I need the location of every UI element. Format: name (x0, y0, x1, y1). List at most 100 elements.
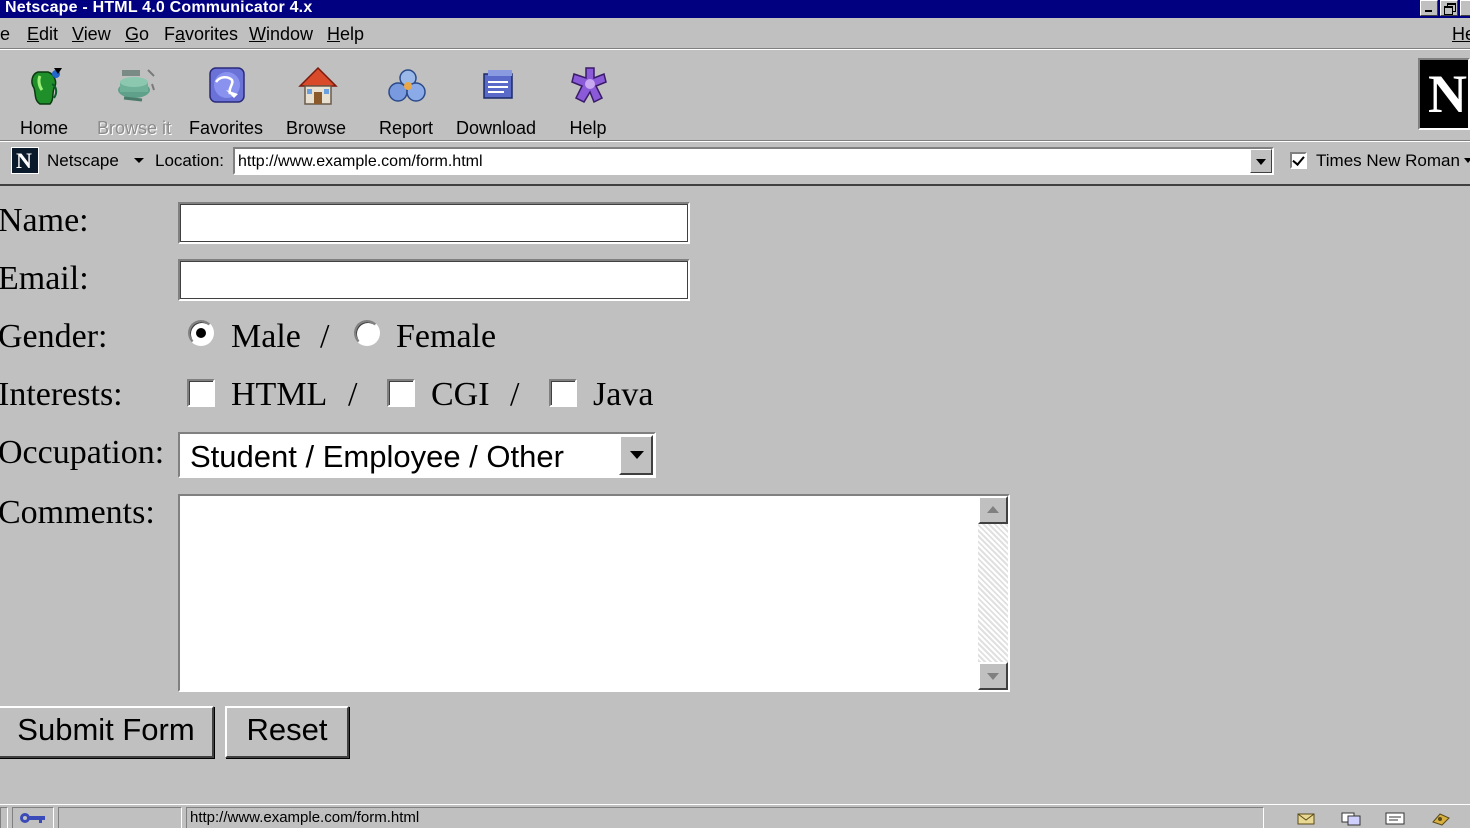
menu-help-label: elp (340, 24, 365, 44)
gender-male-radio[interactable] (188, 320, 214, 346)
menu-window[interactable]: Window (249, 24, 313, 44)
status-cell-security[interactable] (12, 807, 54, 828)
menu-edit-label: dit (39, 24, 59, 44)
name-input[interactable] (178, 202, 690, 244)
interest-java-checkbox[interactable] (549, 379, 577, 407)
menu-help-mnemonic: H (327, 24, 340, 44)
occupation-selected-value: Student / Employee / Other (190, 439, 564, 474)
font-checkbox[interactable] (1290, 152, 1307, 169)
menu-go[interactable]: Go (125, 24, 149, 44)
help-icon (571, 67, 607, 104)
comments-scrollbar[interactable] (978, 496, 1008, 690)
help-label: Help (569, 118, 607, 138)
home-icon (31, 68, 62, 105)
menu-divider (0, 48, 1470, 50)
interests-separator-1: / (348, 376, 358, 413)
netscape-menu-label[interactable]: Netscape (47, 151, 119, 171)
discussion-icon[interactable] (1340, 810, 1362, 826)
interest-cgi-label: CGI (431, 376, 490, 413)
menu-view-label: iew (83, 24, 111, 44)
scroll-down-icon[interactable] (978, 662, 1008, 690)
scroll-up-icon[interactable] (978, 496, 1008, 524)
menu-favorites[interactable]: Favorites (164, 24, 238, 44)
interest-cgi-checkbox[interactable] (387, 379, 415, 407)
gender-female-label: Female (396, 318, 497, 355)
navigation-toolbar: Home Browse it Favorites Browse Report D… (0, 52, 1470, 140)
menu-go-mnemonic: G (125, 24, 140, 44)
menu-help-right[interactable]: He (1452, 24, 1470, 44)
browse-it-icon (118, 69, 155, 102)
menu-edit-mnemonic: E (27, 24, 40, 44)
email-label: Email: (0, 260, 89, 297)
mail-icon[interactable] (1296, 810, 1318, 826)
status-cell-grip (0, 807, 8, 828)
name-label: Name: (0, 202, 89, 239)
email-input[interactable] (178, 259, 690, 301)
chevron-down-icon[interactable] (134, 158, 144, 163)
gender-label: Gender: (0, 318, 108, 355)
location-url-input[interactable]: http://www.example.com/form.html (233, 147, 1274, 175)
minimize-button[interactable] (1420, 0, 1438, 16)
house-icon (298, 66, 338, 105)
menu-help[interactable]: Help (327, 24, 364, 44)
menu-file[interactable]: e (0, 24, 10, 44)
location-url-value: http://www.example.com/form.html (238, 153, 483, 170)
browse-button[interactable]: Browse (276, 60, 356, 138)
comments-label: Comments: (0, 494, 155, 531)
font-name-label[interactable]: Times New Roman (1316, 151, 1460, 171)
gender-male-label: Male (231, 318, 301, 355)
menu-go-label: o (139, 24, 150, 44)
title-bar: Netscape - HTML 4.0 Communicator 4.x (0, 0, 1470, 18)
reset-button[interactable]: Reset (225, 706, 349, 758)
submit-form-button[interactable]: Submit Form (0, 706, 214, 758)
gender-separator: / (320, 318, 330, 355)
browse-label: Browse (285, 118, 347, 138)
status-text: http://www.example.com/form.html (190, 809, 420, 826)
interests-separator-2: / (510, 376, 520, 413)
location-label: Location: (155, 151, 224, 170)
menu-favorites-mnemonic: a (175, 24, 186, 44)
home-label: Home (19, 118, 68, 138)
interest-html-checkbox[interactable] (187, 379, 215, 407)
logo-letter: N (16, 148, 32, 173)
menu-file-label: e (0, 24, 11, 44)
composer-icon[interactable] (1384, 810, 1406, 826)
occupation-dropdown-button[interactable] (619, 435, 653, 475)
menu-view-mnemonic: V (72, 24, 84, 44)
restore-button[interactable] (1440, 0, 1458, 16)
gender-female-radio[interactable] (354, 320, 380, 346)
browse-it-button[interactable]: Browse it (94, 60, 174, 138)
globe-icon (209, 67, 245, 103)
font-chevron-down-icon[interactable] (1464, 158, 1470, 163)
page-content: Name: Email: Gender: Male / Female Inter… (0, 184, 1470, 800)
download-button[interactable]: Download (456, 60, 536, 138)
favorites-button[interactable]: Favorites (186, 60, 266, 138)
browse-it-label: Browse it (96, 118, 172, 138)
comments-textarea[interactable] (178, 494, 1010, 692)
menu-edit[interactable]: Edit (27, 24, 58, 44)
download-icon (483, 70, 513, 99)
menu-bar: e Edit View Go Favorites Window Help He (0, 20, 1470, 48)
menu-window-label: indow (266, 24, 314, 44)
window-title: Netscape - HTML 4.0 Communicator 4.x (5, 0, 313, 16)
occupation-select[interactable]: Student / Employee / Other (178, 432, 656, 478)
location-bar: N Netscape Location: http://www.example.… (0, 142, 1470, 180)
menu-favorites-pre: F (164, 24, 175, 44)
occupation-label: Occupation: (0, 434, 165, 471)
home-button[interactable]: Home (4, 60, 84, 138)
help-button[interactable]: Help (548, 60, 628, 138)
menu-view[interactable]: View (72, 24, 111, 44)
close-button[interactable] (1460, 0, 1470, 16)
netscape-logo-icon[interactable]: N (11, 147, 39, 174)
location-dropdown-button[interactable] (1250, 149, 1272, 173)
menu-favorites-label: vorites (185, 24, 239, 44)
report-label: Report (378, 118, 434, 138)
security-key-icon (20, 813, 45, 823)
netscape-throbber-logo[interactable]: N (1418, 58, 1470, 130)
calendar-icon[interactable] (1430, 810, 1452, 826)
interest-java-label: Java (593, 376, 654, 413)
interest-html-label: HTML (231, 376, 328, 413)
report-button[interactable]: Report (366, 60, 446, 138)
throbber-letter: N (1428, 64, 1467, 124)
status-bar: http://www.example.com/form.html (0, 804, 1470, 828)
